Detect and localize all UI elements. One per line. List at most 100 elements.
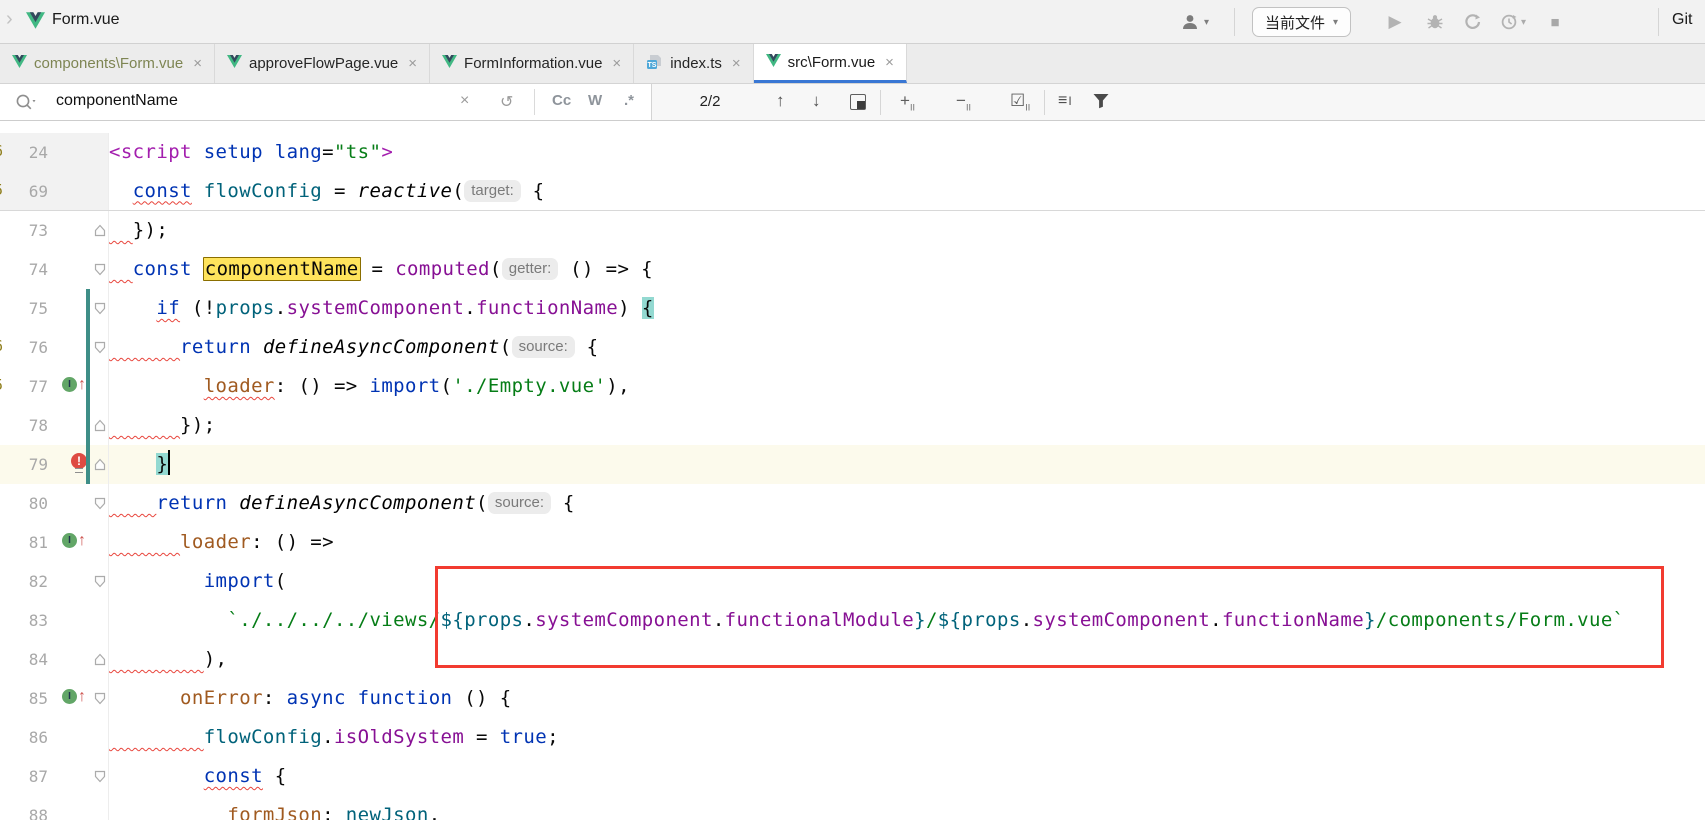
profiler-button[interactable] xyxy=(1498,11,1520,33)
code-text[interactable]: if (!props.systemComponent.functionName)… xyxy=(109,289,654,328)
tab-forminformation-vue[interactable]: FormInformation.vue × xyxy=(430,44,634,83)
code-text[interactable]: formJson: newJson, xyxy=(109,796,441,820)
previous-occurrence-button[interactable]: ↑ xyxy=(776,91,785,111)
code-line[interactable]: 83 `./../../../views/${props.systemCompo… xyxy=(0,601,1705,640)
gutter-strip[interactable] xyxy=(54,640,109,679)
stop-button[interactable]: ■ xyxy=(1544,11,1566,33)
implementation-marker-icon[interactable]: I↑ xyxy=(62,533,86,548)
gutter-strip[interactable] xyxy=(54,601,109,640)
code-text[interactable]: flowConfig.isOldSystem = true; xyxy=(109,718,559,757)
code-text[interactable]: const flowConfig = reactive(target: { xyxy=(109,172,544,211)
code-text[interactable]: const componentName = computed(getter: (… xyxy=(109,250,653,289)
run-configuration-select[interactable]: 当前文件 ▾ xyxy=(1252,7,1351,37)
fold-down-icon[interactable] xyxy=(94,302,106,320)
code-editor[interactable]: 624<script setup lang="ts">569 const flo… xyxy=(0,121,1705,820)
tab-components-form-vue[interactable]: components\Form.vue × xyxy=(0,44,215,83)
code-text[interactable]: `./../../../views/${props.systemComponen… xyxy=(109,601,1625,640)
code-line[interactable]: 676 return defineAsyncComponent(source: … xyxy=(0,328,1705,367)
code-with-me-caret-icon[interactable]: ▾ xyxy=(1204,17,1209,28)
fold-down-icon[interactable] xyxy=(94,575,106,593)
fold-down-icon[interactable] xyxy=(94,692,106,710)
run-with-coverage-button[interactable] xyxy=(1462,11,1484,33)
search-input[interactable]: componentName × ↺ Cc W .* xyxy=(0,84,652,120)
close-tab-icon[interactable]: × xyxy=(732,55,741,72)
code-text[interactable]: return defineAsyncComponent(source: { xyxy=(109,484,575,523)
code-line[interactable]: 74 const componentName = computed(getter… xyxy=(0,250,1705,289)
gutter-strip[interactable] xyxy=(54,718,109,757)
profiler-caret-icon[interactable]: ▾ xyxy=(1521,17,1526,28)
gutter-strip[interactable] xyxy=(54,211,109,250)
implementation-marker-icon[interactable]: I↑ xyxy=(62,377,86,392)
git-menu[interactable]: Git xyxy=(1672,11,1692,29)
fold-down-icon[interactable] xyxy=(94,770,106,788)
code-line[interactable]: 78 }); xyxy=(0,406,1705,445)
code-line[interactable]: 75 if (!props.systemComponent.functionNa… xyxy=(0,289,1705,328)
tab-src-form-vue[interactable]: src\Form.vue × xyxy=(754,44,907,83)
remove-selection-button[interactable]: −II xyxy=(956,91,971,112)
fold-up-icon[interactable] xyxy=(94,653,106,671)
code-line[interactable]: 79! } xyxy=(0,445,1705,484)
code-text[interactable]: <script setup lang="ts"> xyxy=(109,133,393,172)
words-toggle[interactable]: W xyxy=(588,92,602,109)
code-line[interactable]: 577I↑ loader: () => import('./Empty.vue'… xyxy=(0,367,1705,406)
gutter-strip[interactable] xyxy=(54,289,109,328)
code-with-me-icon[interactable] xyxy=(1180,12,1200,37)
add-selection-button[interactable]: +II xyxy=(900,91,915,112)
gutter-strip[interactable] xyxy=(54,328,109,367)
close-tab-icon[interactable]: × xyxy=(885,54,894,71)
code-line[interactable]: 87 const { xyxy=(0,757,1705,796)
run-button[interactable]: ▶ xyxy=(1384,11,1406,33)
code-text[interactable]: ! } xyxy=(109,445,170,484)
fold-down-icon[interactable] xyxy=(94,263,106,281)
tab-approveflowpage-vue[interactable]: approveFlowPage.vue × xyxy=(215,44,430,83)
match-case-toggle[interactable]: Cc xyxy=(552,92,571,109)
debug-button[interactable] xyxy=(1424,11,1446,33)
code-line[interactable]: 73 }); xyxy=(0,211,1705,250)
close-tab-icon[interactable]: × xyxy=(408,55,417,72)
implementation-marker-icon[interactable]: I↑ xyxy=(62,689,86,704)
filter-icon[interactable] xyxy=(1092,92,1110,114)
fold-down-icon[interactable] xyxy=(94,497,106,515)
search-query-text[interactable]: componentName xyxy=(56,92,178,110)
gutter-strip[interactable]: I↑ xyxy=(54,367,109,406)
fold-up-icon[interactable] xyxy=(94,419,106,437)
search-in-selection-button[interactable]: ≡I xyxy=(1058,92,1073,110)
next-occurrence-button[interactable]: ↓ xyxy=(812,91,821,111)
code-text[interactable]: }); xyxy=(109,406,216,445)
code-text[interactable]: import( xyxy=(109,562,287,601)
code-text[interactable]: }); xyxy=(109,211,168,250)
fold-up-icon[interactable] xyxy=(94,458,106,476)
code-text[interactable]: loader: () => import('./Empty.vue'), xyxy=(109,367,630,406)
code-line[interactable]: 84 ), xyxy=(0,640,1705,679)
code-line[interactable]: 85I↑ onError: async function () { xyxy=(0,679,1705,718)
gutter-strip[interactable]: I↑ xyxy=(54,679,109,718)
close-tab-icon[interactable]: × xyxy=(612,55,621,72)
regex-toggle[interactable]: .* xyxy=(624,92,634,109)
gutter-strip[interactable] xyxy=(54,757,109,796)
gutter-strip[interactable] xyxy=(54,484,109,523)
select-all-occurrences-button[interactable] xyxy=(850,94,866,110)
code-line[interactable]: 569 const flowConfig = reactive(target: … xyxy=(0,172,1705,211)
fold-down-icon[interactable] xyxy=(94,341,106,359)
search-icon[interactable] xyxy=(14,92,38,117)
fold-up-icon[interactable] xyxy=(94,224,106,242)
gutter-strip[interactable] xyxy=(54,133,109,172)
code-line[interactable]: 82 import( xyxy=(0,562,1705,601)
gutter-strip[interactable]: I↑ xyxy=(54,523,109,562)
gutter-strip[interactable] xyxy=(54,406,109,445)
code-text[interactable]: const { xyxy=(109,757,287,796)
toggle-selection-button[interactable]: ☑II xyxy=(1010,91,1030,112)
code-line[interactable]: 86 flowConfig.isOldSystem = true; xyxy=(0,718,1705,757)
code-text[interactable]: loader: () => xyxy=(109,523,334,562)
error-bulb-icon[interactable]: ! xyxy=(71,453,87,469)
tab-index-ts[interactable]: TS index.ts × xyxy=(634,44,753,83)
search-history-icon[interactable]: ↺ xyxy=(500,92,513,112)
gutter-strip[interactable] xyxy=(54,172,109,210)
code-line[interactable]: 88 formJson: newJson, xyxy=(0,796,1705,820)
code-text[interactable]: onError: async function () { xyxy=(109,679,512,718)
code-line[interactable]: 80 return defineAsyncComponent(source: { xyxy=(0,484,1705,523)
code-text[interactable]: ), xyxy=(109,640,227,679)
gutter-strip[interactable] xyxy=(54,250,109,289)
clear-search-icon[interactable]: × xyxy=(460,92,469,110)
gutter-strip[interactable] xyxy=(54,796,109,820)
